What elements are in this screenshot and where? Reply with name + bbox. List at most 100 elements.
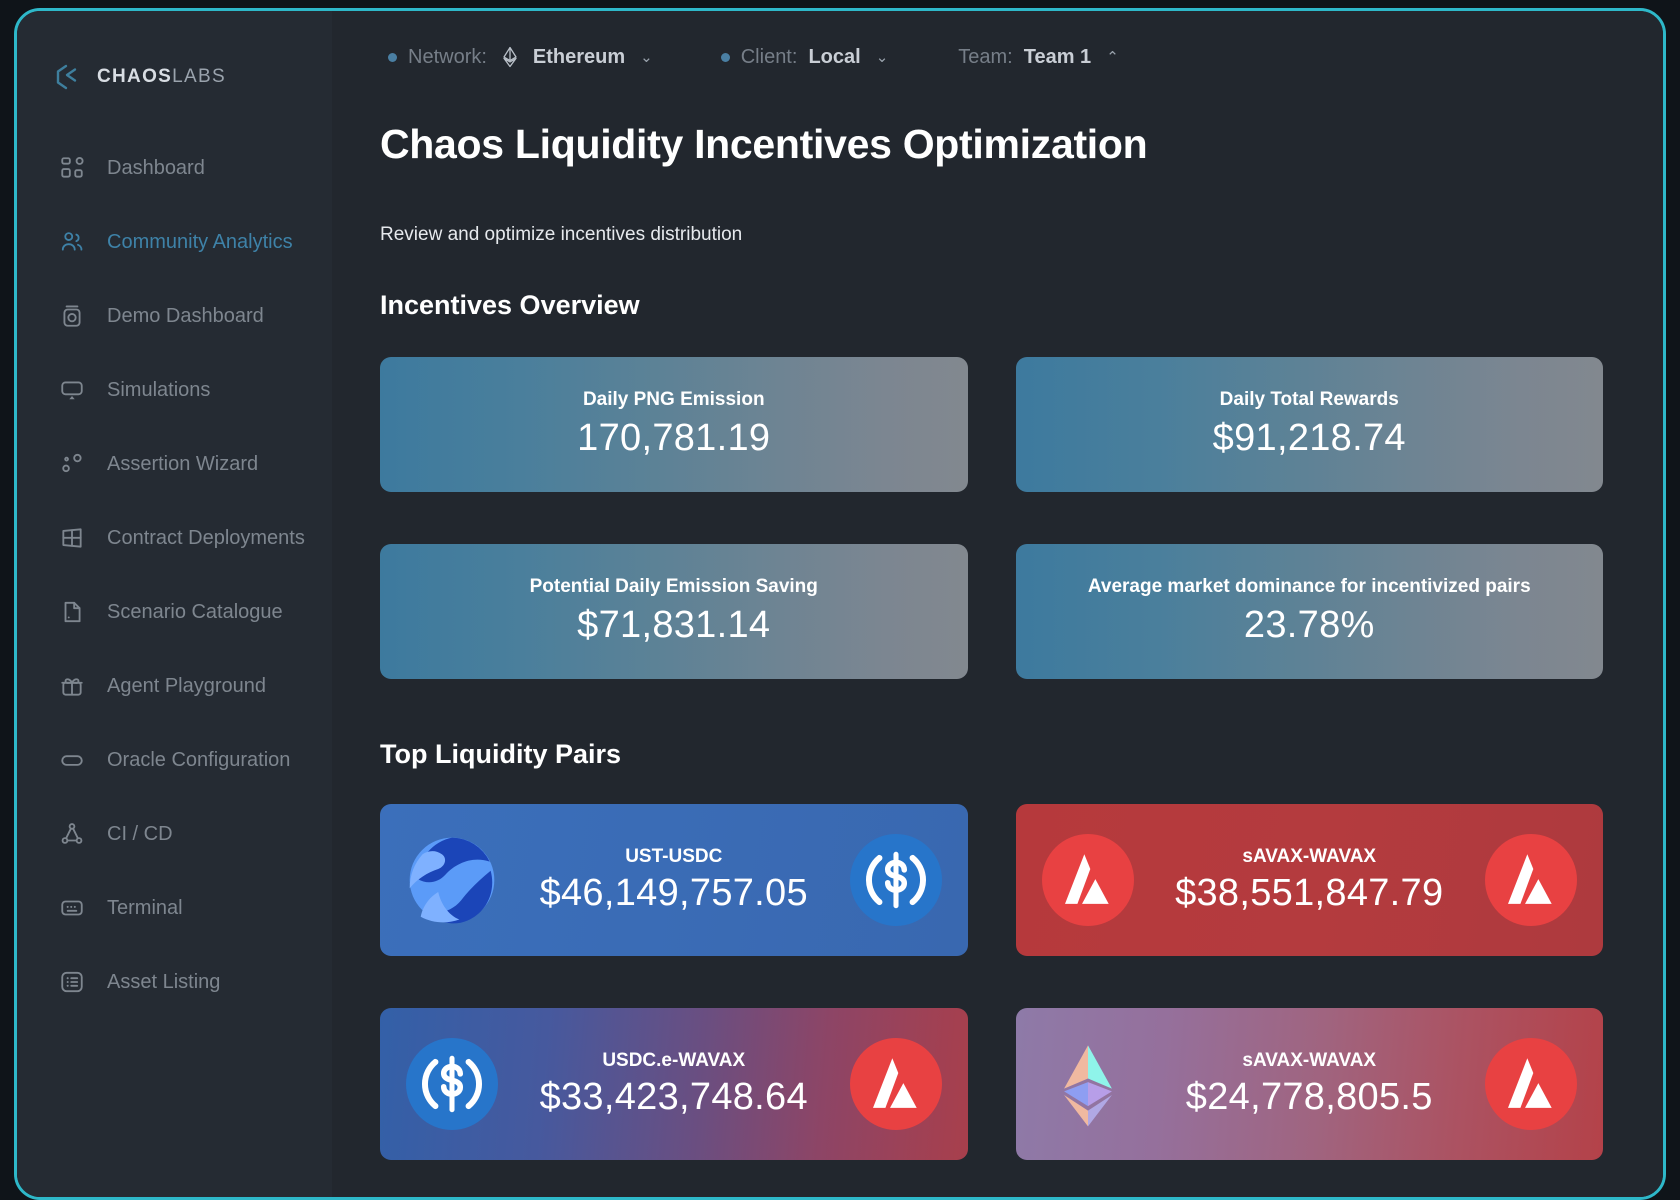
metric-card[interactable]: Potential Daily Emission Saving $71,831.1… bbox=[380, 544, 968, 679]
page-title: Chaos Liquidity Incentives Optimization bbox=[380, 121, 1148, 167]
liquidity-pair-card[interactable]: UST-USDC $46,149,757.05 bbox=[380, 804, 968, 956]
sidebar-item-label: Assertion Wizard bbox=[107, 452, 259, 475]
team-selector[interactable]: Team: Team 1 ⌃ bbox=[958, 46, 1119, 69]
liquidity-pair-value: $24,778,805.5 bbox=[1185, 1075, 1433, 1118]
client-label: Client: bbox=[740, 45, 798, 68]
sidebar-item-terminal[interactable]: Terminal bbox=[17, 883, 332, 933]
eth-token-icon bbox=[1042, 1038, 1134, 1130]
liquidity-pair-info: sAVAX-WAVAX $38,551,847.79 bbox=[1134, 846, 1486, 915]
team-label: Team: bbox=[958, 45, 1013, 68]
sidebar-item-label: Demo Dashboard bbox=[107, 304, 264, 327]
grid-dashboard-icon bbox=[59, 155, 85, 181]
metric-card-title: Potential Daily Emission Saving bbox=[529, 576, 818, 597]
app-window-frame: CHAOSLABS Dashboard Community Analytics De… bbox=[14, 8, 1666, 1200]
section-heading-incentives-overview: Incentives Overview bbox=[380, 290, 640, 320]
network-value: Ethereum bbox=[532, 45, 626, 68]
client-status-dot bbox=[720, 52, 730, 62]
liquidity-pair-value: $33,423,748.64 bbox=[539, 1075, 808, 1118]
liquidity-pair-card[interactable]: sAVAX-WAVAX $38,551,847.79 bbox=[1015, 804, 1603, 956]
sidebar-item-dashboard[interactable]: Dashboard bbox=[17, 143, 332, 193]
avax-token-icon bbox=[1041, 834, 1134, 926]
monitor-icon bbox=[59, 377, 85, 403]
liquidity-pair-value: $46,149,757.05 bbox=[539, 871, 808, 914]
liquidity-pair-value: $38,551,847.79 bbox=[1175, 871, 1444, 914]
liquidity-pair-info: sAVAX-WAVAX $24,778,805.5 bbox=[1134, 1050, 1486, 1119]
metric-card-value: 170,781.19 bbox=[577, 417, 771, 459]
liquidity-pair-card[interactable]: sAVAX-WAVAX $24,778,805.5 bbox=[1015, 1008, 1603, 1160]
main-area: Network: Ethereum ⌄ Client: Local ⌄ Team… bbox=[332, 11, 1663, 1197]
table-icon bbox=[59, 525, 85, 551]
brand-name-bold: CHAOS bbox=[97, 66, 173, 87]
liquidity-pair-info: UST-USDC $46,149,757.05 bbox=[498, 846, 850, 915]
gift-icon bbox=[59, 673, 85, 699]
usdc-token-icon bbox=[849, 834, 942, 926]
metric-card-value: 23.78% bbox=[1243, 604, 1375, 646]
page-subtitle: Review and optimize incentives distribut… bbox=[380, 224, 743, 245]
liquidity-pair-card[interactable]: USDC.e-WAVAX $33,423,748.64 bbox=[380, 1008, 968, 1160]
list-icon bbox=[59, 969, 85, 995]
liquidity-pair-name: USDC.e-WAVAX bbox=[602, 1049, 746, 1071]
metric-card[interactable]: Daily PNG Emission 170,781.19 bbox=[380, 357, 968, 492]
sidebar-item-agent-playground[interactable]: Agent Playground bbox=[17, 661, 332, 711]
avax-token-icon bbox=[849, 1038, 942, 1130]
chevron-down-icon-client[interactable]: ⌄ bbox=[876, 48, 889, 66]
liquidity-pair-info: USDC.e-WAVAX $33,423,748.64 bbox=[498, 1050, 850, 1119]
metric-card-value: $91,218.74 bbox=[1212, 417, 1406, 459]
liquidity-pair-name: UST-USDC bbox=[625, 845, 723, 867]
metric-card-title: Daily Total Rewards bbox=[1219, 389, 1399, 410]
sidebar-item-label: Simulations bbox=[107, 378, 211, 401]
liquidity-pair-name: sAVAX-WAVAX bbox=[1242, 845, 1377, 867]
nodes-icon bbox=[59, 451, 85, 477]
sidebar-item-contract-deployments[interactable]: Contract Deployments bbox=[17, 513, 332, 563]
avax-token-icon bbox=[1485, 834, 1577, 926]
brand-logo-block[interactable]: CHAOSLABS bbox=[17, 51, 332, 103]
sidebar-item-oracle-configuration[interactable]: Oracle Configuration bbox=[17, 735, 332, 785]
client-selector[interactable]: Client: Local ⌄ bbox=[720, 45, 889, 69]
sidebar-item-ci-cd[interactable]: CI / CD bbox=[17, 809, 332, 859]
avax-token-icon bbox=[1485, 1038, 1577, 1130]
sidebar-item-label: Agent Playground bbox=[107, 674, 267, 697]
client-value: Local bbox=[808, 45, 861, 68]
metric-card-value: $71,831.14 bbox=[577, 604, 771, 646]
chevron-down-icon-network[interactable]: ⌄ bbox=[640, 48, 653, 66]
ust-token-icon bbox=[406, 834, 498, 926]
pipeline-icon bbox=[59, 821, 85, 847]
sidebar-item-label: Community Analytics bbox=[107, 230, 293, 253]
network-selector[interactable]: Network: Ethereum ⌄ bbox=[388, 45, 653, 69]
sidebar-item-label: Oracle Configuration bbox=[107, 748, 291, 771]
app-root: CHAOSLABS Dashboard Community Analytics De… bbox=[17, 11, 1663, 1197]
sidebar-item-label: Dashboard bbox=[107, 156, 205, 179]
chevron-up-icon-team[interactable]: ⌃ bbox=[1106, 48, 1119, 66]
sidebar-item-label: CI / CD bbox=[107, 822, 173, 845]
sidebar: CHAOSLABS Dashboard Community Analytics De… bbox=[17, 11, 332, 1197]
brand-name-light: LABS bbox=[172, 66, 226, 87]
ethereum-icon bbox=[498, 45, 522, 69]
sidebar-nav: Dashboard Community Analytics Demo Dashboa… bbox=[17, 143, 332, 1007]
network-status-dot bbox=[388, 52, 397, 62]
metric-card[interactable]: Daily Total Rewards $91,218.74 bbox=[1015, 357, 1603, 492]
page-content: Chaos Liquidity Incentives Optimization … bbox=[332, 103, 1663, 1197]
liquidity-pair-name: sAVAX-WAVAX bbox=[1242, 1049, 1377, 1071]
metric-card-grid: Daily PNG Emission 170,781.19 Daily Total … bbox=[380, 357, 1603, 679]
sidebar-item-asset-listing[interactable]: Asset Listing bbox=[17, 957, 332, 1007]
sidebar-item-assertion-wizard[interactable]: Assertion Wizard bbox=[17, 439, 332, 489]
usdc-token-icon bbox=[406, 1038, 498, 1130]
team-value: Team 1 bbox=[1023, 45, 1092, 68]
sidebar-item-demo-dashboard[interactable]: Demo Dashboard bbox=[17, 291, 332, 341]
book-icon bbox=[59, 599, 85, 625]
sidebar-item-simulations[interactable]: Simulations bbox=[17, 365, 332, 415]
section-heading-top-liquidity-pairs: Top Liquidity Pairs bbox=[380, 739, 622, 769]
metric-card[interactable]: Average market dominance for incentivize… bbox=[1015, 544, 1603, 679]
brand-name: CHAOSLABS bbox=[97, 66, 226, 88]
sidebar-item-label: Contract Deployments bbox=[107, 526, 305, 549]
capsule-icon bbox=[59, 747, 85, 773]
liquidity-pair-grid: UST-USDC $46,149,757.05 sAVAX-WAVAX $38,551… bbox=[380, 804, 1603, 1160]
sidebar-item-scenario-catalogue[interactable]: Scenario Catalogue bbox=[17, 587, 332, 637]
sidebar-item-label: Scenario Catalogue bbox=[107, 600, 283, 623]
network-label: Network: bbox=[408, 45, 487, 68]
sidebar-item-label: Asset Listing bbox=[107, 970, 221, 993]
sidebar-item-community-analytics[interactable]: Community Analytics bbox=[17, 217, 332, 267]
metric-card-title: Daily PNG Emission bbox=[582, 389, 765, 410]
sidebar-item-label: Terminal bbox=[107, 896, 183, 919]
chaos-labs-logo-icon bbox=[53, 62, 83, 92]
